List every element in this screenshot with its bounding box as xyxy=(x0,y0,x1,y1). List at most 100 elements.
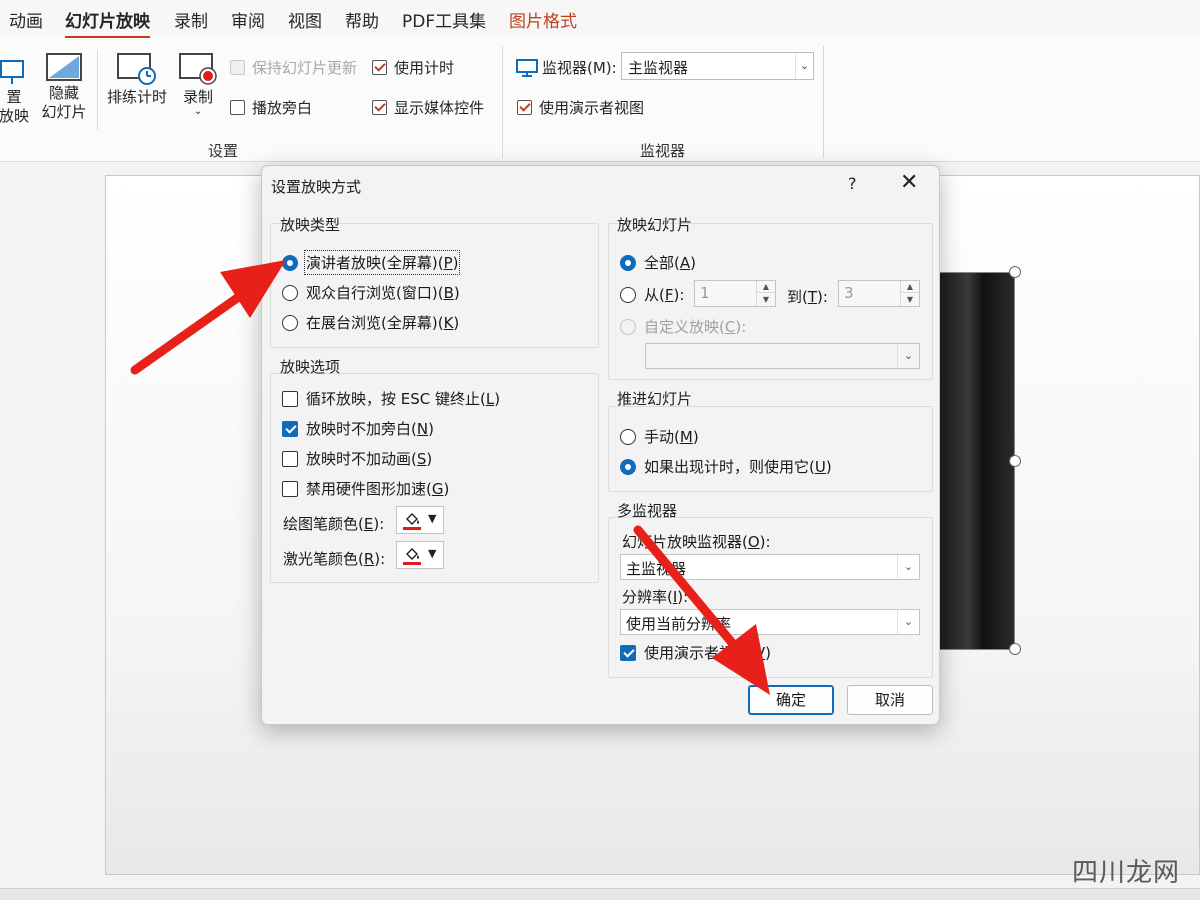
resolution-value: 使用当前分辨率 xyxy=(626,615,732,633)
ribbon-presenter-view-check[interactable]: 使用演示者视图 xyxy=(517,97,644,118)
stepper-up-icon[interactable]: ▲ xyxy=(756,281,775,293)
stepper-down-icon[interactable]: ▼ xyxy=(756,294,775,306)
check-no-animation[interactable]: 放映时不加动画(S) xyxy=(282,448,432,469)
laser-color-picker[interactable]: ▼ xyxy=(396,541,444,569)
radio-use-timings-label: 如果出现计时，则使用它(U) xyxy=(644,458,832,476)
resolution-label: 分辨率(I): xyxy=(622,588,689,606)
play-narration-checkbox xyxy=(230,100,245,115)
record-icon xyxy=(179,53,217,85)
radio-use-timings[interactable]: 如果出现计时，则使用它(U) xyxy=(620,456,832,477)
radio-all-slides[interactable]: 全部(A) xyxy=(620,252,696,273)
show-media-controls-label: 显示媒体控件 xyxy=(394,99,485,117)
chevron-down-icon: ⌄ xyxy=(897,555,919,579)
record-dropdown-icon[interactable]: ⌄ xyxy=(177,107,219,117)
setup-show-icon xyxy=(0,60,24,84)
radio-manually[interactable]: 手动(M) xyxy=(620,426,699,447)
radio-manually-label: 手动(M) xyxy=(644,428,699,446)
chevron-down-icon: ▼ xyxy=(428,512,437,525)
cancel-button[interactable]: 取消 xyxy=(847,685,933,715)
record-button[interactable]: 录制 ⌄ xyxy=(177,52,219,117)
setup-show-label-2: 放映 xyxy=(0,107,29,125)
ribbon-presenter-view-label: 使用演示者视图 xyxy=(539,99,645,117)
radio-custom-show-label: 自定义放映(C): xyxy=(644,318,747,336)
check-presenter-view-label: 使用演示者视图(V) xyxy=(644,644,771,662)
custom-show-select[interactable]: ⌄ xyxy=(645,343,920,369)
monitor-icon xyxy=(516,58,538,77)
radio-presenter-fullscreen-label: 演讲者放映(全屏幕)(P) xyxy=(303,250,461,275)
chevron-down-icon: ⌄ xyxy=(795,53,813,79)
radio-browsed-window-label: 观众自行浏览(窗口)(B) xyxy=(306,284,460,302)
ok-button[interactable]: 确定 xyxy=(748,685,834,715)
ribbon-separator xyxy=(97,50,98,130)
radio-kiosk-fullscreen[interactable]: 在展台浏览(全屏幕)(K) xyxy=(282,312,459,333)
radio-custom-show[interactable]: 自定义放映(C): xyxy=(620,316,746,337)
resolution-select[interactable]: 使用当前分辨率 ⌄ xyxy=(620,609,920,635)
tab-view[interactable]: 视图 xyxy=(288,7,322,32)
stepper-down-icon[interactable]: ▼ xyxy=(900,294,919,306)
rehearse-timings-button[interactable]: 排练计时 xyxy=(105,52,169,107)
setup-show-label-1: 置 xyxy=(6,88,22,106)
from-slide-stepper[interactable]: 1 ▲ ▼ xyxy=(694,280,776,307)
chevron-down-icon: ⌄ xyxy=(897,344,919,368)
radio-from-slide[interactable]: 从(F): xyxy=(620,284,684,305)
status-bar xyxy=(0,888,1200,900)
radio-browsed-window[interactable]: 观众自行浏览(窗口)(B) xyxy=(282,282,460,303)
resize-handle[interactable] xyxy=(1009,266,1021,278)
stepper-up-icon[interactable]: ▲ xyxy=(900,281,919,293)
tab-animations[interactable]: 动画 xyxy=(9,7,43,32)
radio-presenter-fullscreen[interactable]: 演讲者放映(全屏幕)(P) xyxy=(282,250,461,275)
ribbon-presenter-view-checkbox xyxy=(517,100,532,115)
use-timings-label: 使用计时 xyxy=(394,59,455,77)
show-options-title: 放映选项 xyxy=(280,358,341,376)
paint-bucket-icon xyxy=(406,513,419,525)
advance-slides-title: 推进幻灯片 xyxy=(617,390,693,408)
from-slide-value: 1 xyxy=(700,284,710,302)
resize-handle[interactable] xyxy=(1009,643,1021,655)
hide-slide-button[interactable]: 隐藏 幻灯片 xyxy=(40,52,88,122)
keep-slides-updated-label: 保持幻灯片更新 xyxy=(252,59,358,77)
hide-slide-label-1: 隐藏 xyxy=(48,84,79,102)
check-loop-continuously-label: 循环放映，按 ESC 键终止(L) xyxy=(306,390,501,408)
radio-all-slides-dot xyxy=(620,254,636,271)
keep-slides-updated-check[interactable]: 保持幻灯片更新 xyxy=(230,57,357,78)
check-loop-continuously[interactable]: 循环放映，按 ESC 键终止(L) xyxy=(282,388,500,409)
multi-monitor-title: 多监视器 xyxy=(617,502,678,520)
check-disable-hw-acceleration[interactable]: 禁用硬件图形加速(G) xyxy=(282,478,449,499)
tab-slide-show[interactable]: 幻灯片放映 xyxy=(65,7,150,39)
radio-from-slide-label: 从(F): xyxy=(644,286,685,304)
radio-from-slide-dot xyxy=(620,286,636,303)
show-media-controls-check[interactable]: 显示媒体控件 xyxy=(372,97,484,118)
monitor-select[interactable]: 主监视器 ⌄ xyxy=(621,52,814,80)
check-presenter-view[interactable]: 使用演示者视图(V) xyxy=(620,642,771,663)
tab-record[interactable]: 录制 xyxy=(174,7,208,32)
slideshow-monitor-select[interactable]: 主监视器 ⌄ xyxy=(620,554,920,580)
show-slides-title: 放映幻灯片 xyxy=(617,216,693,234)
tab-help[interactable]: 帮助 xyxy=(345,7,379,32)
setup-show-button[interactable]: 置 放映 xyxy=(0,56,34,126)
selected-picture[interactable] xyxy=(937,272,1015,650)
advance-slides-group xyxy=(608,406,933,492)
resize-handle[interactable] xyxy=(1009,455,1021,467)
monitor-label: 监视器(M): xyxy=(542,59,617,77)
help-button[interactable]: ? xyxy=(848,174,857,193)
tab-picture-format[interactable]: 图片格式 xyxy=(509,7,577,32)
close-icon[interactable]: ✕ xyxy=(900,170,918,196)
play-narration-check[interactable]: 播放旁白 xyxy=(230,97,312,118)
use-timings-checkbox xyxy=(372,60,387,75)
pen-color-picker[interactable]: ▼ xyxy=(396,506,444,534)
check-no-narration-label: 放映时不加旁白(N) xyxy=(306,420,434,438)
to-slide-stepper[interactable]: 3 ▲ ▼ xyxy=(838,280,920,307)
tab-pdf-tools[interactable]: PDF工具集 xyxy=(402,7,486,32)
to-slide-label: 到(T): xyxy=(787,288,828,306)
tab-review[interactable]: 审阅 xyxy=(231,7,265,32)
radio-presenter-fullscreen-dot xyxy=(282,254,298,271)
ribbon-separator xyxy=(502,46,503,158)
ribbon-tab-bar: 动画 幻灯片放映 录制 审阅 视图 帮助 PDF工具集 图片格式 xyxy=(0,0,1200,39)
monitor-label-row: 监视器(M): xyxy=(516,57,617,78)
radio-kiosk-fullscreen-label: 在展台浏览(全屏幕)(K) xyxy=(306,314,460,332)
use-timings-check[interactable]: 使用计时 xyxy=(372,57,454,78)
laser-color-label: 激光笔颜色(R): xyxy=(283,550,386,568)
radio-all-slides-label: 全部(A) xyxy=(644,254,696,272)
play-narration-label: 播放旁白 xyxy=(252,99,313,117)
check-no-narration[interactable]: 放映时不加旁白(N) xyxy=(282,418,434,439)
